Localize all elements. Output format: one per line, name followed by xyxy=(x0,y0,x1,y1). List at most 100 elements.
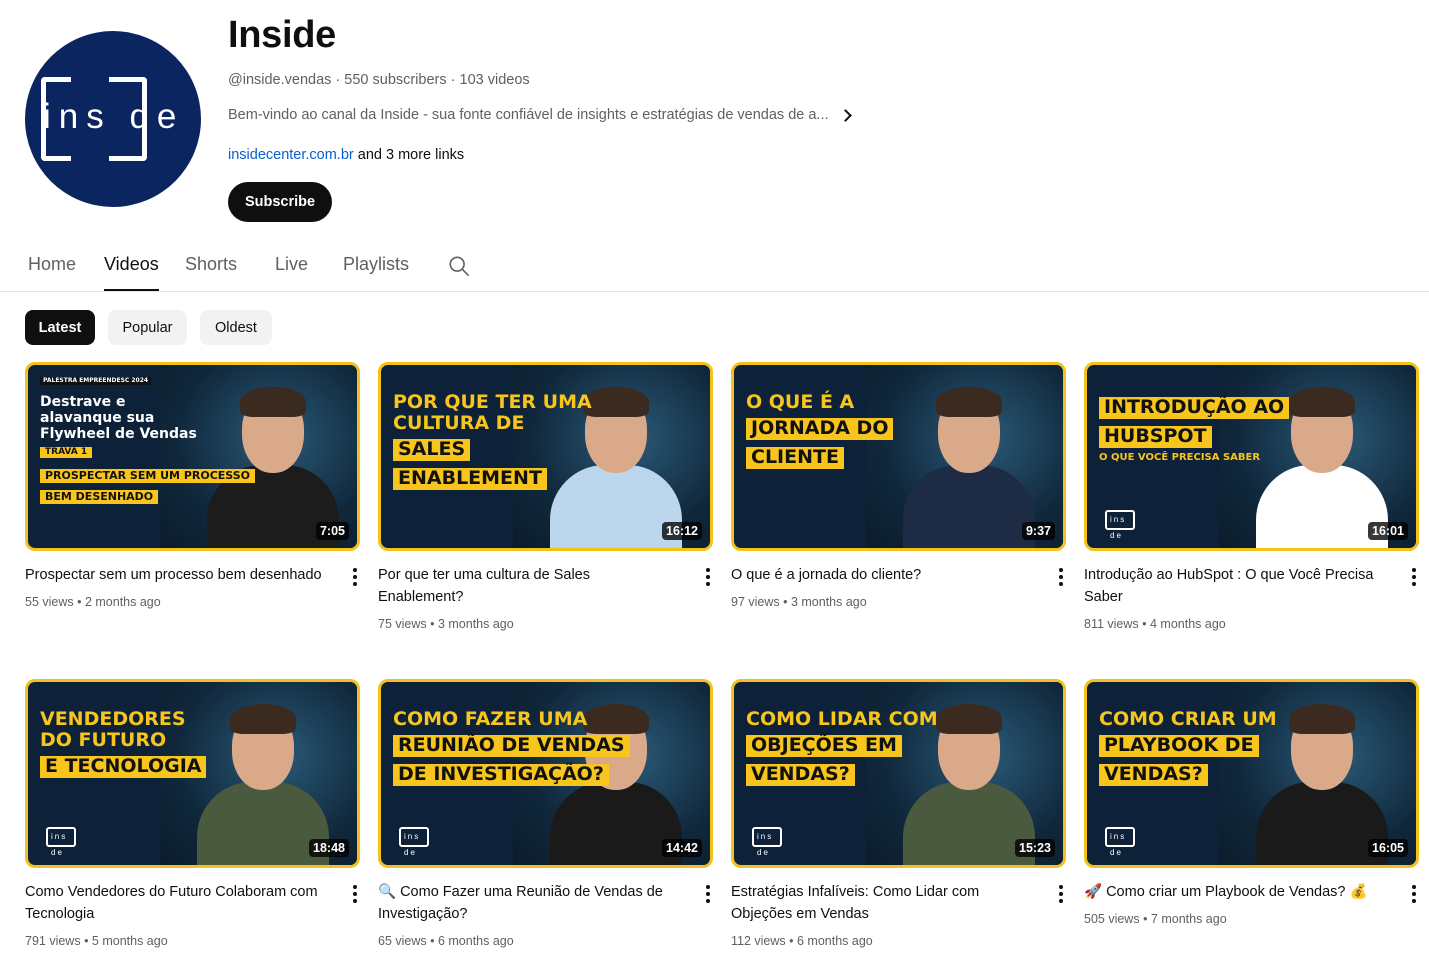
thumbnail-highlight: PLAYBOOK DE xyxy=(1099,735,1259,757)
upload-age: 6 months ago xyxy=(797,934,873,948)
upload-age: 4 months ago xyxy=(1150,617,1226,631)
kebab-dot xyxy=(1059,568,1063,572)
video-title[interactable]: Introdução ao HubSpot : O que Você Preci… xyxy=(1084,564,1384,608)
description-text: Bem-vindo ao canal da Inside - sua fonte… xyxy=(228,107,829,123)
video-card[interactable]: PALESTRA EMPREENDESC 2024 Destrave e alava… xyxy=(25,362,362,609)
thumbnail-text: Destrave e xyxy=(40,394,126,410)
video-title[interactable]: 🚀 Como criar um Playbook de Vendas? 💰 xyxy=(1084,881,1384,903)
video-thumbnail[interactable]: PALESTRA EMPREENDESC 2024 Destrave e alava… xyxy=(25,362,360,551)
channel-link[interactable]: insidecenter.com.br xyxy=(228,147,354,163)
video-title[interactable]: O que é a jornada do cliente? xyxy=(731,564,1031,586)
video-thumbnail[interactable]: VENDEDORES DO FUTURO E TECNOLOGIA ins de 18:… xyxy=(25,679,360,868)
video-thumbnail[interactable]: COMO FAZER UMA REUNIÃO DE VENDAS DE INVEST… xyxy=(378,679,713,868)
channel-avatar[interactable]: ins de xyxy=(25,31,201,207)
video-card[interactable]: VENDEDORES DO FUTURO E TECNOLOGIA ins de 18:… xyxy=(25,679,362,948)
chip-popular[interactable]: Popular xyxy=(108,310,187,345)
thumbnail-text: POR QUE TER UMA xyxy=(393,391,592,413)
kebab-dot xyxy=(706,899,710,903)
more-vert-icon[interactable] xyxy=(1406,568,1422,588)
video-title[interactable]: Como Vendedores do Futuro Colaboram com … xyxy=(25,881,325,925)
video-thumbnail[interactable]: POR QUE TER UMA CULTURA DE SALES ENABLEMENT… xyxy=(378,362,713,551)
video-meta: 112 views • 6 months ago xyxy=(731,934,873,948)
video-thumbnail[interactable]: COMO CRIAR UM PLAYBOOK DE VENDAS? ins de 16:… xyxy=(1084,679,1419,868)
video-duration: 16:01 xyxy=(1368,522,1408,540)
kebab-dot xyxy=(353,582,357,586)
kebab-dot xyxy=(1412,885,1416,889)
thumbnail-logo: ins de xyxy=(1105,827,1135,857)
presenter-image xyxy=(197,700,329,865)
more-links[interactable]: and 3 more links xyxy=(358,147,464,163)
video-card[interactable]: INTRODUÇÃO AO HUBSPOT O QUE VOCÊ PRECISA S… xyxy=(1084,362,1421,631)
meta-separator: • xyxy=(73,595,85,609)
more-vert-icon[interactable] xyxy=(700,885,716,905)
channel-links: insidecenter.com.br and 3 more links xyxy=(228,147,464,163)
video-title[interactable]: 🔍 Como Fazer uma Reunião de Vendas de In… xyxy=(378,881,678,925)
thumbnail-highlight: VENDAS? xyxy=(746,764,855,786)
channel-description[interactable]: Bem-vindo ao canal da Inside - sua fonte… xyxy=(228,107,852,123)
chevron-right-icon[interactable] xyxy=(838,108,852,122)
more-vert-icon[interactable] xyxy=(1053,568,1069,588)
meta-separator: • xyxy=(779,595,791,609)
thumbnail-highlight: REUNIÃO DE VENDAS xyxy=(393,735,630,757)
search-icon[interactable] xyxy=(448,255,470,277)
video-thumbnail[interactable]: O QUE É A JORNADA DO CLIENTE 9:37 xyxy=(731,362,1066,551)
channel-handle: @inside.vendas xyxy=(228,72,332,88)
tab-live[interactable]: Live xyxy=(275,254,308,275)
video-card[interactable]: COMO CRIAR UM PLAYBOOK DE VENDAS? ins de 16:… xyxy=(1084,679,1421,926)
thumbnail-text: COMO LIDAR COM xyxy=(746,708,938,730)
thumbnail-highlight: SALES xyxy=(393,439,471,461)
meta-separator: • xyxy=(80,934,92,948)
thumbnail-logo: ins de xyxy=(399,827,429,857)
video-meta: 75 views • 3 months ago xyxy=(378,617,514,631)
presenter-hair xyxy=(583,704,649,734)
video-thumbnail[interactable]: INTRODUÇÃO AO HUBSPOT O QUE VOCÊ PRECISA S… xyxy=(1084,362,1419,551)
channel-name: Inside xyxy=(228,14,337,56)
more-vert-icon[interactable] xyxy=(1053,885,1069,905)
video-meta: 97 views • 3 months ago xyxy=(731,595,867,609)
kebab-dot xyxy=(1412,568,1416,572)
more-vert-icon[interactable] xyxy=(700,568,716,588)
thumbnail-subtitle: O QUE VOCÊ PRECISA SABER xyxy=(1099,452,1261,463)
thumbnail-highlight: BEM DESENHADO xyxy=(40,490,159,504)
thumbnail-highlight: INTRODUÇÃO AO xyxy=(1099,397,1290,419)
presenter-image xyxy=(903,383,1035,548)
thumbnail-badge: TRAVA 1 xyxy=(40,447,93,459)
kebab-dot xyxy=(353,885,357,889)
video-title[interactable]: Por que ter uma cultura de Sales Enablem… xyxy=(378,564,678,608)
video-card[interactable]: O QUE É A JORNADA DO CLIENTE 9:37 O que é a … xyxy=(731,362,1068,609)
tab-shorts[interactable]: Shorts xyxy=(185,254,237,275)
tab-home[interactable]: Home xyxy=(28,254,76,275)
subscribe-button[interactable]: Subscribe xyxy=(228,182,332,222)
more-vert-icon[interactable] xyxy=(347,885,363,905)
video-card[interactable]: COMO FAZER UMA REUNIÃO DE VENDAS DE INVEST… xyxy=(378,679,715,948)
thumbnail-text: COMO CRIAR UM xyxy=(1099,708,1277,730)
video-title[interactable]: Estratégias Infalíveis: Como Lidar com O… xyxy=(731,881,1031,925)
view-count: 811 views xyxy=(1084,617,1139,631)
upload-age: 6 months ago xyxy=(437,934,514,948)
video-card[interactable]: POR QUE TER UMA CULTURA DE SALES ENABLEMENT… xyxy=(378,362,715,631)
video-duration: 18:48 xyxy=(309,839,349,857)
video-thumbnail[interactable]: COMO LIDAR COM OBJEÇÕES EM VENDAS? ins de 15… xyxy=(731,679,1066,868)
chip-latest[interactable]: Latest xyxy=(25,310,95,345)
chip-oldest[interactable]: Oldest xyxy=(200,310,272,345)
thumbnail-highlight: PROSPECTAR SEM UM PROCESSO xyxy=(40,469,256,483)
kebab-dot xyxy=(1059,892,1063,896)
tab-videos[interactable]: Videos xyxy=(104,254,159,275)
video-count: 103 videos xyxy=(459,72,530,88)
more-vert-icon[interactable] xyxy=(1406,885,1422,905)
view-count: 75 views xyxy=(378,617,427,631)
logo-wordmark: ins de xyxy=(43,97,185,136)
view-count: 791 views xyxy=(25,934,81,948)
thumbnail-logo: ins de xyxy=(752,827,782,857)
view-count: 65 views xyxy=(378,934,427,948)
video-card[interactable]: COMO LIDAR COM OBJEÇÕES EM VENDAS? ins de 15… xyxy=(731,679,1068,948)
thumbnail-highlight: HUBSPOT xyxy=(1099,426,1212,448)
presenter-hair xyxy=(1289,704,1355,734)
more-vert-icon[interactable] xyxy=(347,568,363,588)
kebab-dot xyxy=(706,568,710,572)
video-title[interactable]: Prospectar sem um processo bem desenhado xyxy=(25,564,325,586)
video-duration: 15:23 xyxy=(1015,839,1055,857)
active-tab-indicator xyxy=(104,289,159,291)
kebab-dot xyxy=(1059,582,1063,586)
tab-playlists[interactable]: Playlists xyxy=(343,254,409,275)
